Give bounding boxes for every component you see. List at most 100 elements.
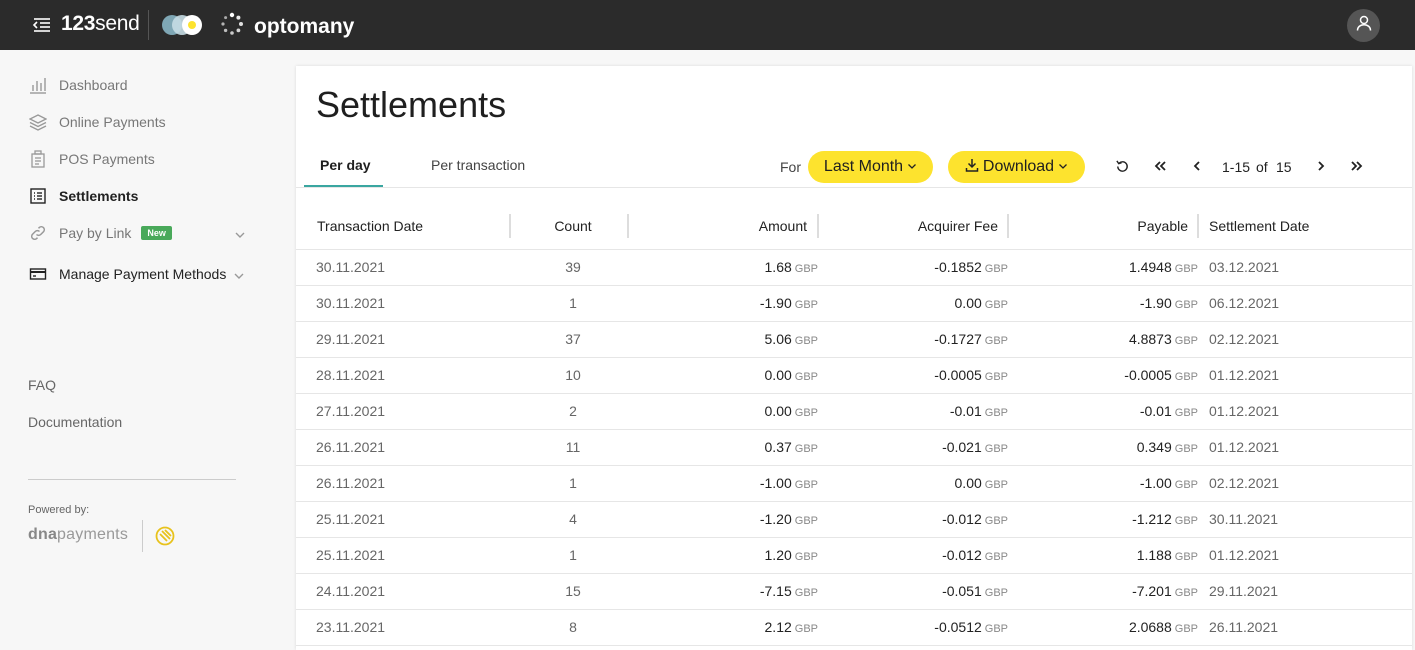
payable-value: -0.01 — [1139, 403, 1172, 419]
last-page-icon[interactable] — [1349, 158, 1365, 174]
currency-label: GBP — [984, 263, 1008, 275]
currency-label: GBP — [984, 623, 1008, 635]
sidebar-item-pos-payments[interactable]: POS Payments — [28, 148, 155, 170]
count-cell: 15 — [565, 583, 581, 599]
payable-cell: 0.349 GBP — [1020, 439, 1198, 455]
first-page-icon[interactable] — [1152, 158, 1168, 174]
brand-bold: 123 — [61, 12, 96, 35]
brand-logo[interactable]: 123send — [61, 12, 140, 36]
count-cell: 1 — [569, 295, 577, 311]
sidebar-item-label: Manage Payment Methods — [59, 266, 227, 282]
amount-cell: 0.00 GBP — [640, 403, 818, 419]
settlement-date-cell: 06.12.2021 — [1209, 295, 1280, 311]
column-header-payable[interactable]: Payable — [1020, 218, 1188, 234]
previous-page-icon[interactable] — [1189, 158, 1205, 174]
table-row[interactable]: 25.11.2021 4 -1.20 GBP -0.012 GBP -1.212 GBP 30.… — [296, 502, 1412, 538]
transaction-date-cell: 28.11.2021 — [316, 367, 386, 383]
fee-value: -0.012 — [942, 511, 982, 527]
acquirer-fee-cell: -0.012 GBP — [830, 547, 1008, 563]
payable-cell: -1.90 GBP — [1020, 295, 1198, 311]
sidebar-item-settlements[interactable]: Settlements — [28, 185, 138, 207]
column-resize-handle[interactable] — [817, 214, 819, 238]
column-resize-handle[interactable] — [627, 214, 629, 238]
column-resize-handle[interactable] — [1007, 214, 1009, 238]
sidebar-item-dashboard[interactable]: Dashboard — [28, 74, 128, 96]
column-header-count[interactable]: Count — [508, 218, 638, 234]
table-row[interactable]: 29.11.2021 37 5.06 GBP -0.1727 GBP 4.8873 GBP 02… — [296, 322, 1412, 358]
transaction-date-cell: 30.11.2021 — [316, 295, 386, 311]
currency-label: GBP — [1174, 263, 1198, 275]
receipt-icon — [28, 149, 48, 169]
payable-value: 1.4948 — [1128, 259, 1172, 275]
transaction-date-cell: 25.11.2021 — [316, 511, 386, 527]
next-page-icon[interactable] — [1313, 158, 1329, 174]
faq-link[interactable]: FAQ — [28, 377, 56, 393]
chevron-down-icon — [1058, 158, 1068, 176]
payable-cell: -0.01 GBP — [1020, 403, 1198, 419]
currency-label: GBP — [984, 551, 1008, 563]
currency-label: GBP — [1174, 587, 1198, 599]
column-header-amount[interactable]: Amount — [640, 218, 807, 234]
count-cell: 1 — [569, 547, 577, 563]
acquirer-fee-cell: -0.051 GBP — [830, 583, 1008, 599]
table-row[interactable]: 24.11.2021 15 -7.15 GBP -0.051 GBP -7.201 GBP 29… — [296, 574, 1412, 610]
menu-collapse-icon[interactable] — [32, 15, 52, 35]
download-button[interactable]: Download — [948, 151, 1085, 183]
table-row[interactable]: 25.11.2021 1 1.20 GBP -0.012 GBP 1.188 GBP 01.12… — [296, 538, 1412, 574]
spinner-logo-icon — [220, 12, 244, 42]
table-row[interactable]: 27.11.2021 2 0.00 GBP -0.01 GBP -0.01 GBP 01.12.… — [296, 394, 1412, 430]
sidebar-item-label: Pay by Link — [59, 225, 132, 241]
transaction-date-cell: 27.11.2021 — [316, 403, 386, 419]
documentation-link[interactable]: Documentation — [28, 414, 122, 430]
payable-cell: -1.212 GBP — [1020, 511, 1198, 527]
sidebar-item-online-payments[interactable]: Online Payments — [28, 111, 166, 133]
chevron-down-icon[interactable] — [234, 228, 246, 240]
sidebar-item-pay-by-link[interactable]: Pay by Link New — [28, 222, 172, 244]
currency-label: GBP — [794, 371, 818, 383]
currency-label: GBP — [984, 299, 1008, 311]
fee-value: -0.0005 — [934, 367, 982, 383]
settlement-date-cell: 02.12.2021 — [1209, 475, 1280, 491]
column-resize-handle[interactable] — [1197, 214, 1199, 238]
tab-per-day[interactable]: Per day — [320, 157, 371, 187]
toggle-logo-icon — [160, 13, 204, 37]
company-logo: optomany — [220, 12, 354, 42]
user-avatar[interactable] — [1347, 9, 1380, 42]
table-row[interactable]: 30.11.2021 1 -1.90 GBP 0.00 GBP -1.90 GBP 06.12.… — [296, 286, 1412, 322]
payable-value: 1.188 — [1136, 547, 1172, 563]
table-row[interactable]: 30.11.2021 39 1.68 GBP -0.1852 GBP 1.4948 GBP 03… — [296, 250, 1412, 286]
amount-value: 0.37 — [764, 439, 792, 455]
amount-value: -1.90 — [759, 295, 792, 311]
currency-label: GBP — [794, 587, 818, 599]
count-cell: 10 — [565, 367, 581, 383]
payable-value: -1.90 — [1139, 295, 1172, 311]
refresh-icon[interactable] — [1114, 158, 1130, 174]
table-row[interactable]: 23.11.2021 8 2.12 GBP -0.0512 GBP 2.0688 GBP 26.… — [296, 610, 1412, 646]
table-row[interactable]: 26.11.2021 1 -1.00 GBP 0.00 GBP -1.00 GBP 02.12.… — [296, 466, 1412, 502]
acquirer-fee-cell: -0.0512 GBP — [830, 619, 1008, 635]
column-header-settlement-date[interactable]: Settlement Date — [1209, 218, 1309, 234]
payable-cell: 1.188 GBP — [1020, 547, 1198, 563]
period-select-button[interactable]: Last Month — [808, 151, 933, 183]
currency-label: GBP — [984, 371, 1008, 383]
column-header-acquirer-fee[interactable]: Acquirer Fee — [830, 218, 998, 234]
currency-label: GBP — [984, 587, 1008, 599]
payable-cell: -0.0005 GBP — [1020, 367, 1198, 383]
payable-value: -1.212 — [1132, 511, 1172, 527]
tab-per-transaction[interactable]: Per transaction — [431, 157, 525, 187]
currency-label: GBP — [984, 335, 1008, 347]
chevron-down-icon[interactable] — [233, 269, 245, 281]
fee-value: -0.1852 — [934, 259, 982, 275]
amount-value: 5.06 — [764, 331, 792, 347]
currency-label: GBP — [1174, 479, 1198, 491]
amount-value: 2.12 — [764, 619, 792, 635]
currency-label: GBP — [1174, 371, 1198, 383]
top-bar: 123send optomany — [0, 0, 1415, 50]
count-cell: 39 — [565, 259, 581, 275]
table-row[interactable]: 26.11.2021 11 0.37 GBP -0.021 GBP 0.349 GBP 01.1… — [296, 430, 1412, 466]
column-header-transaction-date[interactable]: Transaction Date — [317, 218, 423, 234]
sidebar-item-manage-payment-methods[interactable]: Manage Payment Methods — [28, 263, 226, 285]
acquirer-fee-cell: -0.0005 GBP — [830, 367, 1008, 383]
table-row[interactable]: 28.11.2021 10 0.00 GBP -0.0005 GBP -0.0005 GBP 0… — [296, 358, 1412, 394]
acquirer-fee-cell: -0.1852 GBP — [830, 259, 1008, 275]
